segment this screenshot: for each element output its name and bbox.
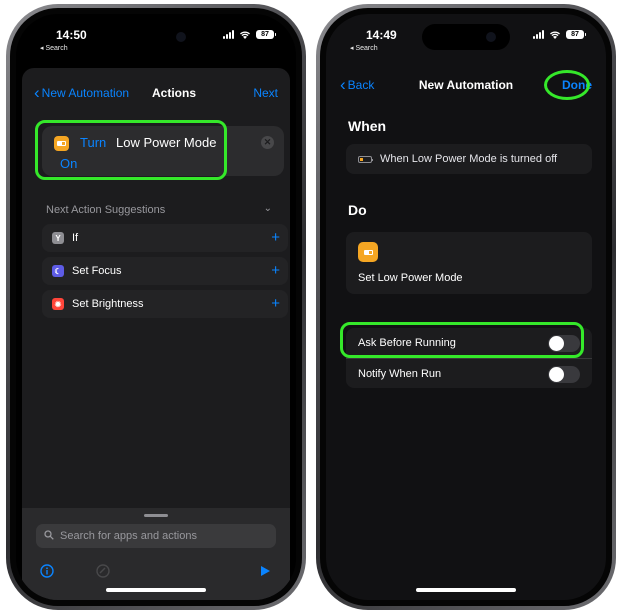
- search-input[interactable]: Search for apps and actions: [36, 524, 276, 548]
- left-screen: 14:50 ◂ Search 87 ‹ New Automation Actio…: [16, 14, 296, 600]
- option-ask-before-running: Ask Before Running: [346, 328, 592, 358]
- search-placeholder: Search for apps and actions: [60, 530, 197, 542]
- back-to-app-link[interactable]: ◂ Search: [350, 44, 378, 52]
- remove-action-icon[interactable]: ✕: [261, 136, 274, 149]
- suggestion-if[interactable]: Y If +: [42, 224, 288, 252]
- option-notify-when-run: Notify When Run: [346, 358, 592, 388]
- moon-icon: ☾: [52, 265, 64, 277]
- add-icon[interactable]: +: [271, 262, 280, 279]
- info-icon[interactable]: [40, 564, 54, 578]
- done-button[interactable]: Done: [562, 78, 592, 92]
- status-bar: 14:50 ◂ Search 87: [16, 28, 296, 58]
- chevron-left-icon: ‹: [340, 75, 346, 94]
- page-title: Actions: [152, 86, 197, 100]
- home-indicator[interactable]: [106, 588, 206, 592]
- add-icon[interactable]: +: [271, 229, 280, 246]
- wifi-icon: [550, 31, 560, 39]
- nav-bar: ‹ Back New Automation Done: [326, 75, 606, 98]
- settings-icon[interactable]: [96, 564, 110, 578]
- home-indicator[interactable]: [416, 588, 516, 592]
- suggestion-set-brightness[interactable]: ✹ Set Brightness +: [42, 290, 288, 318]
- run-options: Ask Before Running Notify When Run: [346, 328, 592, 388]
- battery-action-icon: [54, 136, 69, 151]
- sun-icon: ✹: [52, 298, 64, 310]
- low-power-action-card[interactable]: Turn Low Power Mode On ✕: [42, 126, 284, 176]
- chevron-down-icon: ⌄: [263, 203, 272, 214]
- back-button[interactable]: ‹ Back: [340, 75, 375, 94]
- if-icon: Y: [52, 232, 64, 244]
- right-phone: 14:49 ◂ Search 87 ‹ Back New Automation …: [316, 4, 616, 610]
- do-action-label: Set Low Power Mode: [358, 272, 463, 284]
- ask-before-running-toggle[interactable]: [548, 335, 580, 352]
- trigger-card[interactable]: When Low Power Mode is turned off: [346, 144, 592, 174]
- cellular-signal-icon: [533, 30, 544, 39]
- cellular-signal-icon: [223, 30, 234, 39]
- back-button-label: New Automation: [41, 86, 130, 100]
- left-phone: 14:50 ◂ Search 87 ‹ New Automation Actio…: [6, 4, 306, 610]
- right-screen: 14:49 ◂ Search 87 ‹ Back New Automation …: [326, 14, 606, 600]
- when-header: When: [348, 118, 387, 134]
- status-time: 14:50: [56, 28, 87, 42]
- low-battery-icon: [358, 155, 373, 163]
- action-verb-token[interactable]: Turn: [80, 135, 106, 150]
- suggestions-list: Y If + ☾ Set Focus + ✹ Set Brightness +: [42, 224, 288, 323]
- action-object-label: Low Power Mode: [116, 135, 217, 150]
- sheet-grabber[interactable]: [144, 514, 168, 517]
- actions-sheet: ‹ New Automation Actions Next Turn Low P…: [22, 68, 290, 600]
- suggestion-label: If: [72, 232, 79, 244]
- suggestion-set-focus[interactable]: ☾ Set Focus +: [42, 257, 288, 285]
- do-action-card[interactable]: Set Low Power Mode: [346, 232, 592, 294]
- suggestion-label: Set Focus: [72, 265, 122, 277]
- option-label: Ask Before Running: [358, 337, 456, 349]
- suggestions-header-label: Next Action Suggestions: [46, 204, 166, 216]
- battery-icon: 87: [566, 30, 586, 39]
- suggestion-label: Set Brightness: [72, 298, 144, 310]
- action-state-token[interactable]: On: [60, 156, 77, 171]
- battery-icon: 87: [256, 30, 276, 39]
- notify-when-run-toggle[interactable]: [548, 366, 580, 383]
- status-time: 14:49: [366, 28, 397, 42]
- status-bar: 14:49 ◂ Search 87: [326, 28, 606, 58]
- back-button-label: Back: [347, 78, 375, 92]
- search-icon: [44, 530, 54, 540]
- bottom-panel: Search for apps and actions: [22, 508, 290, 600]
- back-button[interactable]: ‹ New Automation: [34, 83, 130, 102]
- play-icon[interactable]: [258, 564, 272, 578]
- do-header: Do: [348, 202, 367, 218]
- wifi-icon: [240, 31, 250, 39]
- battery-action-icon: [358, 242, 378, 262]
- option-label: Notify When Run: [358, 367, 442, 380]
- nav-bar: ‹ New Automation Actions Next: [22, 83, 290, 106]
- trigger-label: When Low Power Mode is turned off: [380, 153, 558, 165]
- add-icon[interactable]: +: [271, 295, 280, 312]
- next-button[interactable]: Next: [253, 86, 278, 100]
- page-title: New Automation: [418, 78, 514, 92]
- suggestions-header[interactable]: Next Action Suggestions ⌄: [46, 203, 272, 216]
- chevron-left-icon: ‹: [34, 83, 40, 102]
- back-to-app-link[interactable]: ◂ Search: [40, 44, 68, 52]
